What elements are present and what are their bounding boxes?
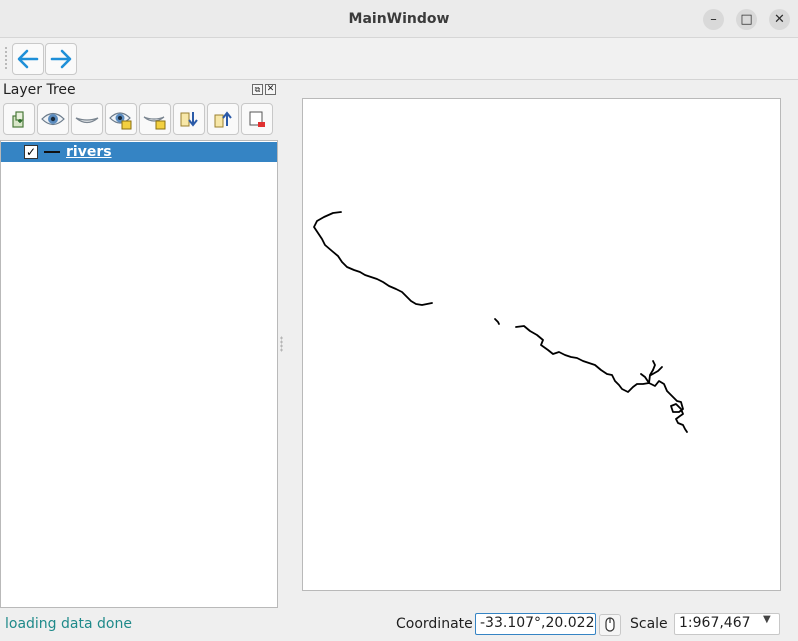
title-bar[interactable]: MainWindow – □ ✕	[0, 0, 798, 38]
layer-tree-panel[interactable]: ✓ rivers	[0, 140, 278, 608]
arrow-left-icon	[17, 49, 39, 69]
line-symbol-icon	[44, 151, 60, 153]
forward-button[interactable]	[45, 43, 77, 75]
chevron-down-icon[interactable]: ▼	[763, 614, 771, 625]
coordinate-label: Coordinate	[396, 616, 473, 632]
arrow-right-icon	[50, 49, 72, 69]
expand-all-icon	[180, 112, 198, 127]
mouse-pointer-icon	[605, 617, 615, 632]
scale-label: Scale	[630, 616, 668, 632]
dock-close-button[interactable]: ✕	[265, 84, 276, 95]
back-button[interactable]	[12, 43, 44, 75]
layer-visibility-checkbox[interactable]: ✓	[24, 145, 38, 159]
hide-selected-icon	[143, 116, 166, 130]
coordinate-toggle-button[interactable]	[599, 614, 621, 636]
add-group-icon	[12, 111, 24, 128]
collapse-all-button[interactable]	[207, 103, 239, 135]
collapse-all-icon	[214, 111, 232, 128]
close-button[interactable]: ✕	[769, 9, 790, 30]
expand-all-button[interactable]	[173, 103, 205, 135]
toolbar-grip[interactable]	[4, 46, 8, 70]
window-title: MainWindow	[348, 11, 450, 27]
status-message: loading data done	[5, 616, 132, 632]
layer-name[interactable]: rivers	[66, 144, 112, 160]
layer-tree-title: Layer Tree	[3, 82, 76, 98]
remove-layer-button[interactable]	[241, 103, 273, 135]
river-feature	[515, 325, 688, 433]
minimize-button[interactable]: –	[703, 9, 724, 30]
main-toolbar	[0, 38, 798, 80]
dock-float-button[interactable]: ⧉	[252, 84, 263, 95]
river-feature	[640, 373, 650, 384]
river-feature	[313, 211, 433, 306]
main-window: MainWindow – □ ✕ Layer Tree ⧉ ✕ ✓ rivers…	[0, 0, 798, 641]
hide-all-icon	[75, 117, 99, 124]
remove-layer-icon	[249, 111, 265, 127]
hide-all-button[interactable]	[71, 103, 103, 135]
show-all-button[interactable]	[37, 103, 69, 135]
river-feature	[652, 360, 656, 371]
show-selected-icon	[109, 112, 132, 130]
hide-selected-button[interactable]	[139, 103, 171, 135]
maximize-button[interactable]: □	[736, 9, 757, 30]
show-all-icon	[41, 112, 65, 126]
layer-item-rivers[interactable]: ✓ rivers	[1, 142, 277, 162]
coordinate-field[interactable]: -33.107°,20.022°	[475, 613, 596, 635]
show-selected-button[interactable]	[105, 103, 137, 135]
rivers-layer-render	[313, 211, 688, 433]
river-feature	[494, 318, 500, 325]
add-group-button[interactable]	[3, 103, 35, 135]
dock-splitter-handle[interactable]	[280, 336, 283, 352]
river-feature	[648, 369, 654, 384]
map-canvas[interactable]	[302, 98, 781, 591]
